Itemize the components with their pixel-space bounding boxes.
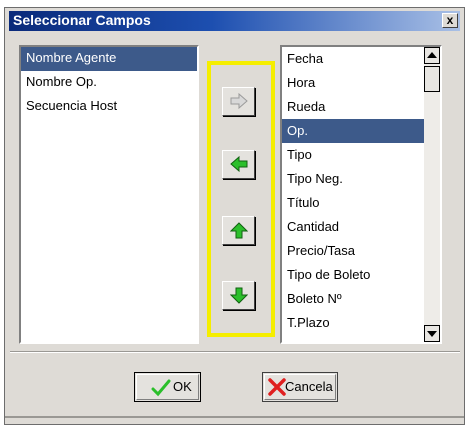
separator <box>10 351 460 353</box>
list-item[interactable]: Nombre Agente <box>21 47 197 71</box>
list-item[interactable]: Título <box>282 191 424 215</box>
list-item[interactable]: Hora <box>282 71 424 95</box>
list-item[interactable]: Nombre Op. <box>21 71 197 95</box>
bottom-edge <box>5 416 464 418</box>
cancel-button[interactable]: Cancela <box>262 372 338 402</box>
list-item[interactable]: Rueda <box>282 95 424 119</box>
dialog-title: Seleccionar Campos <box>13 12 151 28</box>
list-item[interactable]: Precio/Tasa <box>282 239 424 263</box>
cancel-label: Cancela <box>285 379 333 394</box>
scroll-up-button[interactable] <box>424 47 440 64</box>
close-button[interactable]: x <box>442 13 458 28</box>
vertical-scrollbar[interactable] <box>424 47 440 342</box>
close-icon: x <box>446 13 454 27</box>
move-right-button[interactable] <box>222 87 255 116</box>
arrow-right-icon <box>230 93 248 109</box>
arrow-down-icon <box>230 287 248 304</box>
move-down-button[interactable] <box>222 281 255 310</box>
triangle-up-icon <box>427 52 437 58</box>
list-item[interactable]: T.Plazo <box>282 311 424 335</box>
list-item[interactable]: Secuencia Host <box>21 95 197 119</box>
red-x-icon <box>268 378 286 396</box>
scroll-down-button[interactable] <box>424 325 440 342</box>
checkmark-icon <box>151 379 171 397</box>
list-item[interactable]: Op. <box>282 119 424 143</box>
scroll-thumb[interactable] <box>424 66 440 92</box>
triangle-down-icon <box>427 331 437 337</box>
move-up-button[interactable] <box>222 216 255 245</box>
list-item[interactable]: Fecha <box>282 47 424 71</box>
list-item[interactable]: Tipo Neg. <box>282 167 424 191</box>
available-fields-list[interactable]: Nombre Agente Nombre Op. Secuencia Host <box>19 45 199 344</box>
list-item[interactable]: Tipo de Boleto <box>282 263 424 287</box>
list-item[interactable]: Tipo <box>282 143 424 167</box>
arrow-up-icon <box>230 222 248 239</box>
selected-fields-list[interactable]: Fecha Hora Rueda Op. Tipo Tipo Neg. Título Cant… <box>280 45 442 344</box>
move-left-button[interactable] <box>222 150 255 179</box>
ok-label: OK <box>173 379 192 394</box>
arrow-left-icon <box>230 156 248 172</box>
list-item[interactable]: Cantidad <box>282 215 424 239</box>
title-bar[interactable]: Seleccionar Campos x <box>9 11 460 31</box>
list-item[interactable]: Boleto Nº <box>282 287 424 311</box>
ok-button[interactable]: OK <box>134 372 201 402</box>
